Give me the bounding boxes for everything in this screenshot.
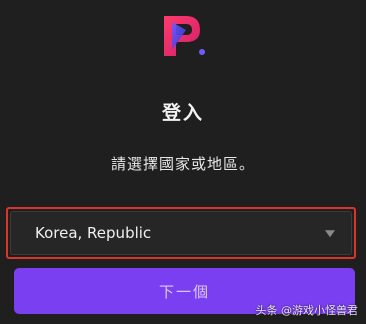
page-subtitle: 請選擇國家或地區。 <box>110 155 255 173</box>
login-screen: 登入 請選擇國家或地區。 Korea, Republic 下一個 头条 @游戏小… <box>0 0 366 324</box>
next-button-label: 下一個 <box>158 282 210 301</box>
watermark: 头条 @游戏小怪兽君 <box>255 304 359 317</box>
page-title: 登入 <box>161 102 204 124</box>
brand-logo-icon <box>164 16 205 56</box>
country-select-highlight: Korea, Republic <box>6 207 356 259</box>
country-select-value: Korea, Republic <box>35 224 152 242</box>
country-select[interactable]: Korea, Republic <box>10 211 352 255</box>
caret-down-icon <box>325 230 335 238</box>
